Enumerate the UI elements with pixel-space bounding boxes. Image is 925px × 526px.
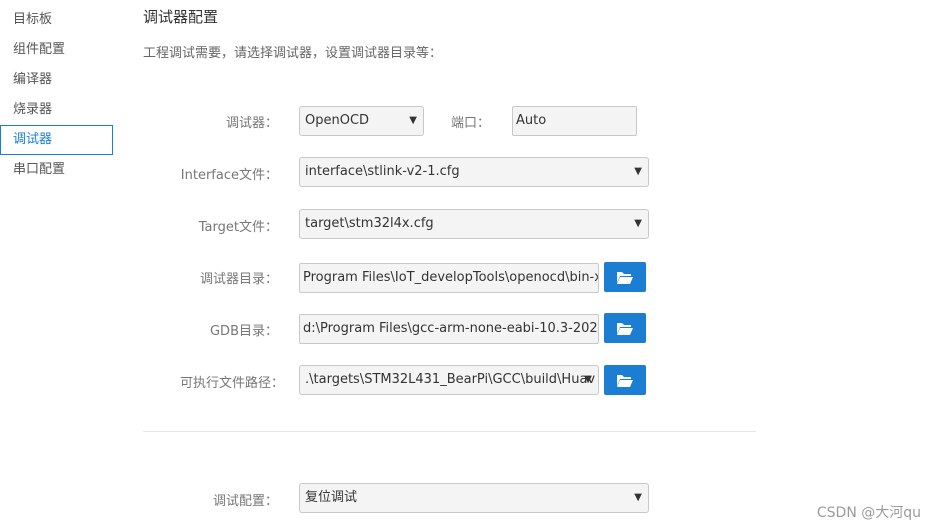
interface-select-value: interface\stlink-v2-1.cfg <box>305 164 460 179</box>
interface-select[interactable]: interface\stlink-v2-1.cfg ▼ <box>299 157 649 187</box>
target-label: Target文件： <box>198 220 278 235</box>
caret-down-icon: ▼ <box>634 218 642 229</box>
page-title: 调试器配置 <box>143 8 219 26</box>
debug-config-select[interactable]: 复位调试 ▼ <box>299 483 649 513</box>
sidebar-item-burner[interactable]: 烧录器 <box>0 95 113 125</box>
sidebar: 目标板 组件配置 编译器 烧录器 调试器 串口配置 <box>0 0 113 526</box>
folder-open-icon <box>617 323 633 335</box>
sidebar-item-target-board[interactable]: 目标板 <box>0 5 113 35</box>
exe-path-select-value: .\targets\STM32L431_BearPi\GCC\build\Hua… <box>305 372 596 387</box>
target-select-value: target\stm32l4x.cfg <box>305 216 434 231</box>
port-label: 端口： <box>450 116 490 131</box>
interface-label: Interface文件： <box>180 168 278 183</box>
debug-config-label: 调试配置： <box>212 494 278 509</box>
sidebar-item-component-config[interactable]: 组件配置 <box>0 35 113 65</box>
folder-open-icon <box>617 375 633 387</box>
target-select[interactable]: target\stm32l4x.cfg ▼ <box>299 209 649 239</box>
debugger-dir-label: 调试器目录： <box>199 272 278 287</box>
sidebar-item-serial-config[interactable]: 串口配置 <box>0 155 113 185</box>
exe-path-select[interactable]: .\targets\STM32L431_BearPi\GCC\build\Hua… <box>299 365 599 395</box>
debugger-dir-browse-button[interactable] <box>604 262 646 292</box>
debug-config-select-value: 复位调试 <box>305 490 358 505</box>
port-input[interactable]: Auto <box>512 106 637 136</box>
page-description: 工程调试需要，请选择调试器，设置调试器目录等： <box>143 46 443 61</box>
caret-down-icon: ▼ <box>584 374 592 385</box>
caret-down-icon: ▼ <box>634 166 642 177</box>
debugger-dir-input[interactable]: Program Files\IoT_developTools\openocd\b… <box>299 263 599 293</box>
sidebar-item-compiler[interactable]: 编译器 <box>0 65 113 95</box>
gdb-dir-browse-button[interactable] <box>604 313 646 343</box>
exe-path-label: 可执行文件路径： <box>179 376 284 391</box>
sidebar-item-debugger[interactable]: 调试器 <box>0 125 113 155</box>
debugger-label: 调试器： <box>225 116 278 131</box>
gdb-dir-input[interactable]: d:\Program Files\gcc-arm-none-eabi-10.3-… <box>299 314 599 344</box>
exe-path-browse-button[interactable] <box>604 365 646 395</box>
watermark: CSDN @大河qu <box>816 505 921 521</box>
folder-open-icon <box>617 272 633 284</box>
section-divider <box>143 431 756 432</box>
caret-down-icon: ▼ <box>634 492 642 503</box>
gdb-dir-label: GDB目录： <box>209 324 278 339</box>
